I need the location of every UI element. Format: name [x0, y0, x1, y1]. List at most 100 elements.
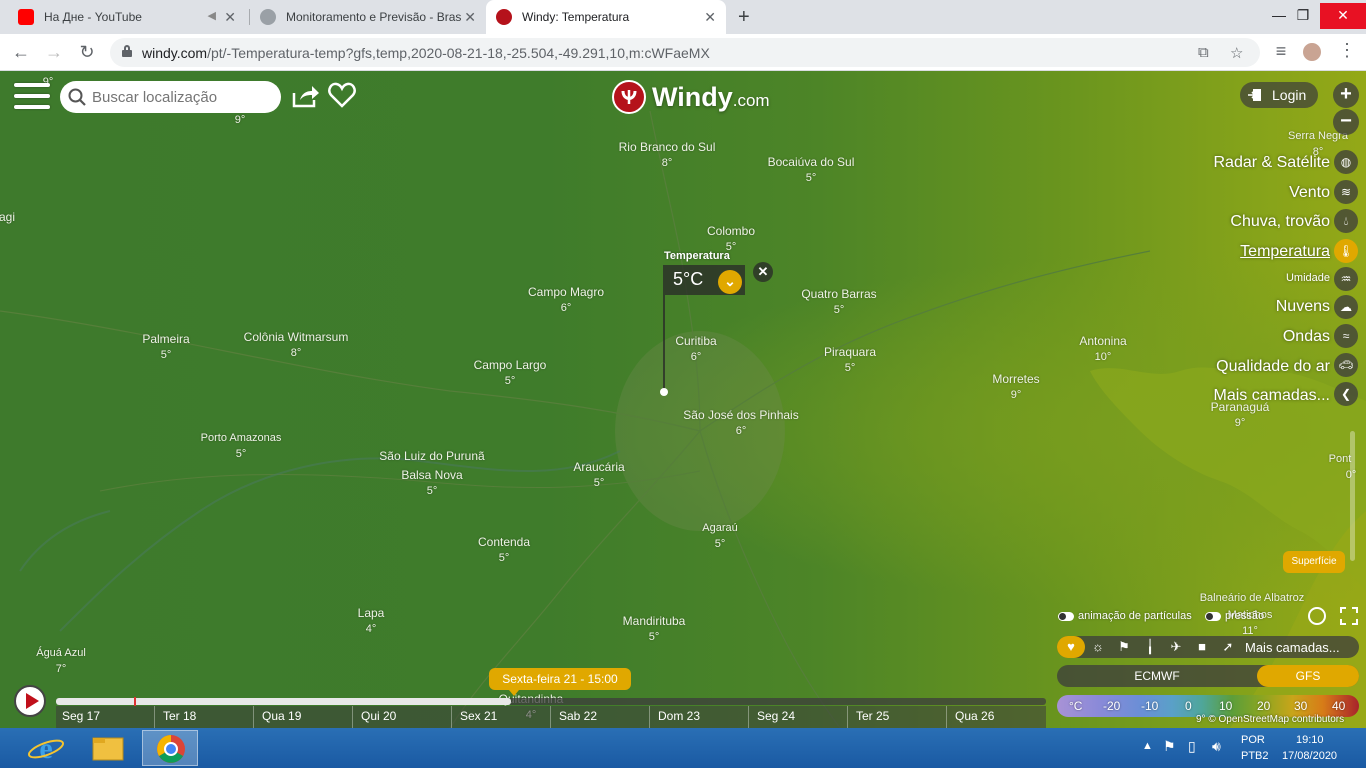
lock-icon[interactable]	[122, 45, 132, 57]
tab-strip: На Дне - YouTube ◀︎ ✕ Monitoramento e Pr…	[0, 0, 1366, 34]
clock-time[interactable]: 19:10	[1296, 734, 1324, 746]
layer-radar-satellite[interactable]: Radar & Satélite	[1213, 154, 1330, 172]
layer-more[interactable]: Mais camadas...	[1214, 387, 1330, 405]
layer-air-quality[interactable]: Qualidade do ar	[1216, 358, 1330, 376]
bookmark-star-icon[interactable]: ☆	[1230, 44, 1243, 62]
forward-icon[interactable]: →	[43, 42, 65, 63]
day-divider	[748, 706, 749, 728]
chrome-taskbar-icon[interactable]	[142, 730, 198, 766]
timeline-day[interactable]: Ter 25	[856, 709, 889, 723]
close-tab-icon[interactable]: ✕	[704, 9, 716, 26]
timeline-day[interactable]: Dom 23	[658, 709, 700, 723]
close-tab-icon[interactable]: ✕	[464, 9, 476, 26]
legend-unit: °C	[1069, 699, 1083, 713]
timeline-days[interactable]	[56, 706, 1046, 728]
zoom-in-button[interactable]: +	[1333, 82, 1359, 108]
search-input[interactable]	[92, 87, 272, 107]
close-window-button[interactable]: ✕	[1320, 3, 1366, 29]
car-icon[interactable]: 🚗︎	[1334, 353, 1358, 377]
internet-explorer-icon[interactable]: e	[18, 730, 74, 766]
translate-icon[interactable]: ⧉	[1198, 44, 1209, 61]
windy-logo[interactable]: Windy.com	[612, 79, 770, 115]
layer-humidity[interactable]: Umidade	[1286, 272, 1330, 284]
plane-icon[interactable]: ✈	[1163, 636, 1189, 658]
speaker-muted-icon[interactable]: ◀︎	[208, 9, 216, 22]
humidity-icon[interactable]: ♒︎	[1334, 267, 1358, 291]
tab-youtube[interactable]: На Дне - YouTube ◀︎ ✕	[8, 0, 246, 34]
tray-arrow-icon[interactable]: ▲	[1142, 740, 1153, 752]
model-ecmwf-button[interactable]: ECMWF	[1057, 665, 1257, 687]
heart-icon[interactable]	[328, 82, 356, 108]
toggle-switch[interactable]	[1205, 611, 1221, 621]
cloud-icon[interactable]: ☁︎	[1334, 295, 1358, 319]
reload-icon[interactable]: ↻	[76, 42, 98, 63]
sun-cloud-icon[interactable]: ☼	[1085, 636, 1111, 658]
wind-gust-icon[interactable]: ➚	[1215, 636, 1241, 658]
heart-icon[interactable]: ♥	[1057, 636, 1085, 658]
pressure-toggle[interactable]: pressão	[1205, 610, 1264, 622]
action-center-flag-icon[interactable]: ⚑	[1163, 738, 1176, 755]
close-icon[interactable]: ✕	[753, 262, 773, 282]
clock-icon[interactable]	[1308, 607, 1326, 625]
play-button[interactable]	[14, 685, 46, 717]
network-icon[interactable]: ▯	[1188, 738, 1196, 755]
timeline-day[interactable]: Qui 20	[361, 709, 396, 723]
map-attribution[interactable]: 9° © OpenStreetMap contributors	[1196, 714, 1344, 725]
close-tab-icon[interactable]: ✕	[224, 9, 236, 26]
tab-monitoramento[interactable]: Monitoramento e Previsão - Bras ✕	[250, 0, 486, 34]
layer-rain-thunder[interactable]: Chuva, trovão	[1230, 213, 1330, 231]
volume-icon[interactable]: 🔊︎	[1212, 738, 1221, 755]
clock-date[interactable]: 17/08/2020	[1282, 750, 1337, 762]
particles-toggle[interactable]: animação de partículas	[1058, 610, 1192, 622]
timeline-day[interactable]: Ter 18	[163, 709, 196, 723]
thermo-icon[interactable]: ╽	[1137, 636, 1163, 658]
legend-tick: 20	[1257, 699, 1271, 713]
timeline-current-time[interactable]: Sexta-feira 21 - 15:00	[489, 668, 631, 696]
layer-wind[interactable]: Vento	[1289, 184, 1330, 202]
tab-windy[interactable]: Windy: Temperatura ✕	[486, 0, 726, 34]
timeline-day[interactable]: Qua 19	[262, 709, 301, 723]
timeline-day[interactable]: Seg 24	[757, 709, 795, 723]
waves-icon[interactable]: ≈	[1334, 324, 1358, 348]
layer-waves[interactable]: Ondas	[1283, 328, 1330, 346]
raindrop-icon[interactable]: 💧︎	[1334, 209, 1358, 233]
wind-icon[interactable]: ≋	[1334, 180, 1358, 204]
toggle-switch[interactable]	[1058, 611, 1074, 621]
vertical-scrollbar[interactable]	[1350, 431, 1355, 561]
more-overlays-link[interactable]: Mais camadas...	[1245, 640, 1340, 655]
timeline-day[interactable]: Seg 17	[62, 709, 100, 723]
language-code[interactable]: POR	[1241, 734, 1265, 746]
file-explorer-icon[interactable]	[80, 730, 136, 766]
picker-handle[interactable]	[660, 388, 668, 396]
thermometer-icon[interactable]: 🌡︎	[1334, 239, 1358, 263]
globe-icon[interactable]: ◍	[1334, 150, 1358, 174]
new-tab-button[interactable]: +	[738, 6, 750, 29]
profile-avatar[interactable]	[1301, 41, 1323, 63]
search-bar[interactable]	[60, 81, 281, 113]
share-icon[interactable]	[290, 83, 320, 109]
main-menu-button[interactable]	[14, 83, 50, 111]
flag-icon[interactable]: ⚑	[1111, 636, 1137, 658]
map-canvas[interactable]: 9° 9° Rio Branco do Sul 8° Bocaiúva do Su…	[0, 71, 1366, 728]
chevron-down-icon[interactable]: ⌄	[718, 270, 742, 294]
omnibox[interactable]: windy.com/pt/-Temperatura-temp?gfs,temp,…	[110, 38, 1260, 67]
back-icon[interactable]: ←	[10, 42, 32, 63]
layer-temperature[interactable]: Temperatura	[1240, 243, 1330, 261]
model-gfs-button[interactable]: GFS	[1257, 665, 1359, 687]
keyboard-layout[interactable]: PTB2	[1241, 750, 1269, 762]
layer-clouds[interactable]: Nuvens	[1276, 298, 1330, 316]
timeline-track[interactable]	[56, 698, 1046, 705]
chevron-left-icon[interactable]: ❮	[1334, 382, 1358, 406]
timeline-day[interactable]: Sab 22	[559, 709, 597, 723]
camera-icon[interactable]: ■	[1189, 636, 1215, 658]
reading-list-icon[interactable]: ≡	[1270, 41, 1292, 62]
timeline-day[interactable]: Sex 21	[460, 709, 497, 723]
login-icon	[1248, 89, 1261, 101]
login-button[interactable]: Login	[1240, 82, 1318, 108]
url-text[interactable]: windy.com/pt/-Temperatura-temp?gfs,temp,…	[142, 45, 710, 61]
zoom-out-button[interactable]: −	[1333, 109, 1359, 135]
fullscreen-icon[interactable]	[1340, 607, 1358, 625]
timeline-day[interactable]: Qua 26	[955, 709, 994, 723]
altitude-surface-button[interactable]: Superfície	[1283, 551, 1345, 573]
menu-kebab-icon[interactable]: ⋮	[1336, 40, 1358, 61]
